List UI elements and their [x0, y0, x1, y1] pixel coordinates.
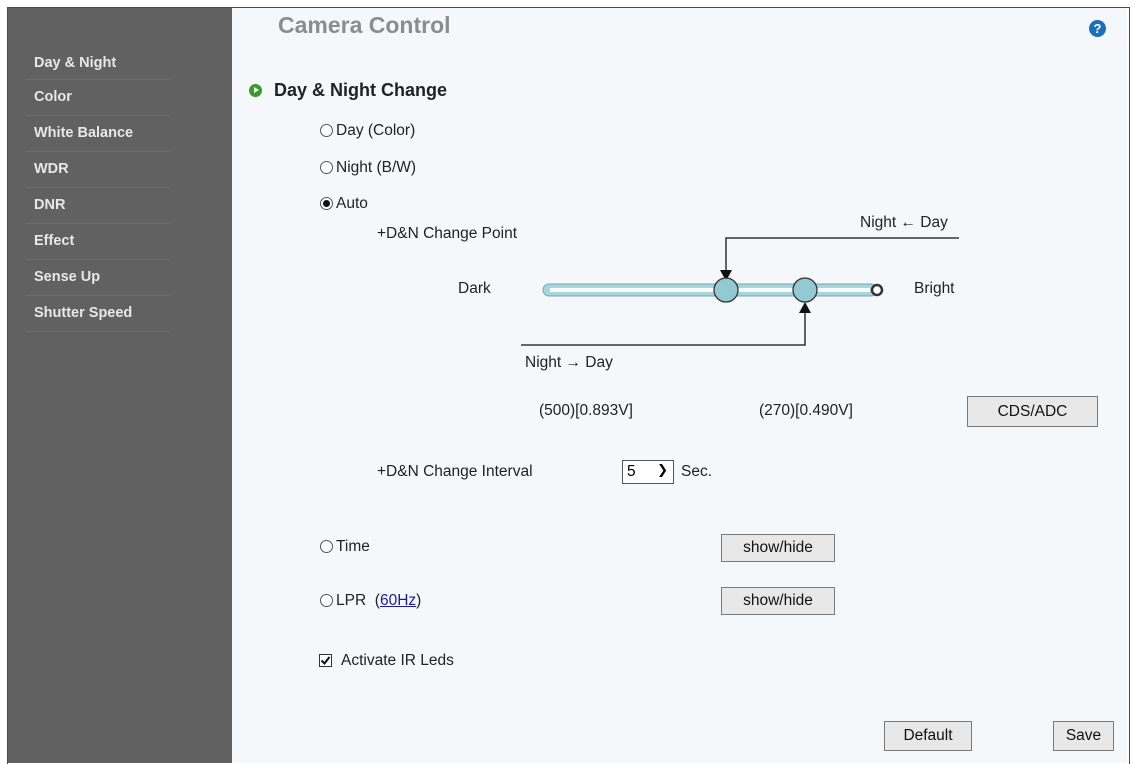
change-interval-select[interactable]: 5 ❯ — [622, 460, 674, 484]
sidebar-item-white-balance[interactable]: White Balance — [25, 116, 170, 152]
current-level-marker-icon — [870, 283, 884, 297]
sidebar-item-dnr[interactable]: DNR — [25, 188, 170, 224]
sidebar-item-day-night[interactable]: Day & Night — [25, 53, 170, 80]
arrow-head-up-icon — [799, 302, 811, 313]
sidebar-item-shutter-speed[interactable]: Shutter Speed — [25, 296, 170, 332]
radio-time[interactable]: Time — [320, 538, 370, 556]
arrow-night-to-day — [521, 313, 806, 346]
sidebar-item-wdr[interactable]: WDR — [25, 152, 170, 188]
sidebar: Day & Night Color White Balance WDR DNR … — [8, 8, 232, 763]
slider-knob-night-to-day[interactable] — [792, 277, 818, 303]
value-night-from-day: (500)[0.893V] — [539, 402, 633, 419]
interval-unit: Sec. — [681, 463, 713, 480]
time-show-hide-button[interactable]: show/hide — [721, 534, 835, 562]
arrow-night-from-day — [725, 237, 959, 270]
sidebar-menu: Day & Night Color White Balance WDR DNR … — [25, 53, 170, 332]
slider-track-inner — [550, 288, 870, 292]
slider-knob-night-from-day[interactable] — [713, 277, 739, 303]
main-panel: Camera Control ? Day & Night Change Day … — [232, 8, 1127, 763]
change-interval-label: +D&N Change Interval — [377, 463, 533, 480]
radio-time-circle[interactable] — [320, 540, 333, 553]
value-night-to-day: (270)[0.490V] — [759, 402, 853, 419]
sidebar-item-sense-up[interactable]: Sense Up — [25, 260, 170, 296]
radio-lpr-circle[interactable] — [320, 594, 333, 607]
sidebar-item-color[interactable]: Color — [25, 80, 170, 116]
default-button[interactable]: Default — [884, 721, 972, 751]
ir-leds-checkbox[interactable] — [319, 654, 332, 667]
radio-lpr[interactable]: LPR (60Hz) — [320, 592, 421, 610]
ir-leds-option[interactable]: Activate IR Leds — [319, 652, 454, 670]
cds-adc-button[interactable]: CDS/ADC — [967, 396, 1098, 427]
sidebar-item-effect[interactable]: Effect — [25, 224, 170, 260]
lpr-show-hide-button[interactable]: show/hide — [721, 587, 835, 615]
change-point-slider — [521, 237, 959, 346]
checkmark-icon — [320, 656, 331, 666]
save-button[interactable]: Save — [1053, 721, 1114, 751]
lpr-60hz-link[interactable]: 60Hz — [380, 592, 416, 609]
chevron-down-icon: ❯ — [657, 462, 668, 477]
